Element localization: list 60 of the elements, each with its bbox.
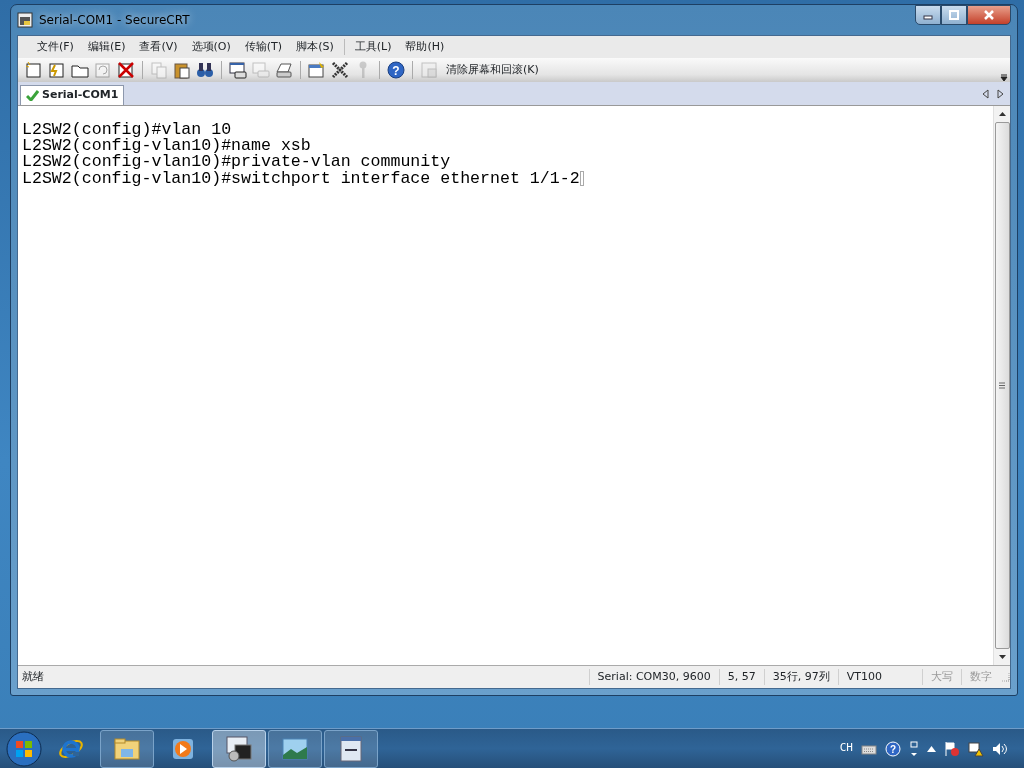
close-button[interactable] [967, 5, 1011, 25]
scrollbar-thumb[interactable] [994, 122, 1010, 649]
resize-grip-icon [1000, 672, 1010, 682]
menu-item[interactable]: 工具(L) [347, 38, 399, 56]
status-field: 数字 [961, 668, 1000, 686]
status-field: 5, 57 [718, 668, 764, 686]
status-message: 就绪 [21, 668, 44, 685]
binoculars-icon[interactable] [195, 60, 215, 80]
menu-item[interactable]: 查看(V) [132, 38, 185, 56]
new-session-icon[interactable] [24, 60, 44, 80]
maximize-icon [949, 10, 959, 20]
printer-setup-icon[interactable] [228, 60, 248, 80]
help-icon[interactable]: ? [885, 740, 901, 757]
status-field: 35行, 97列 [763, 668, 838, 686]
session-tab[interactable]: Serial-COM1 [20, 85, 125, 105]
paste-icon[interactable] [172, 60, 192, 80]
taskbar-button[interactable] [212, 729, 266, 768]
scroll-right-icon[interactable] [997, 88, 1004, 99]
app-icon [17, 12, 33, 28]
disconnect-icon[interactable] [116, 60, 136, 80]
menu-item[interactable]: 文件(F) [30, 38, 81, 56]
network-icon[interactable] [968, 740, 984, 757]
close-icon [983, 10, 995, 20]
terminal-line: L2SW2(config-vlan10)#switchport interface ethernet 1/1-2 [22, 170, 580, 187]
status-field: VT100 [837, 668, 922, 686]
speaker-icon[interactable] [992, 741, 1008, 756]
window-icon [337, 734, 365, 763]
status-field: 大写 [922, 668, 961, 686]
restore-icon[interactable] [909, 740, 919, 757]
taskbar-button[interactable] [324, 729, 378, 768]
menu-item[interactable]: 脚本(S) [289, 38, 341, 56]
scroll-left-icon[interactable] [982, 88, 989, 99]
session-options-icon[interactable] [307, 60, 327, 80]
help-icon[interactable]: ? [386, 60, 406, 80]
printer-icon[interactable] [274, 60, 294, 80]
clear-screen-button[interactable]: 清除屏幕和回滚(K) [446, 61, 539, 79]
caret-up-icon[interactable] [927, 745, 936, 752]
terminal-line: L2SW2(config)#vlan 10 [22, 122, 232, 139]
window-title: Serial-COM1 - SecureCRT [39, 12, 190, 29]
grip-icon [999, 382, 1005, 389]
cursor [579, 170, 584, 186]
menu-item[interactable]: 选项(O) [184, 38, 238, 56]
terminal-line: L2SW2(config-vlan10)#name xsb [22, 138, 311, 155]
menu-item[interactable]: 传输(T) [237, 38, 290, 56]
quick-connect-icon[interactable] [47, 60, 67, 80]
maximize-button[interactable] [941, 5, 967, 25]
overflow-icon [1000, 74, 1008, 82]
keyboard-icon[interactable] [861, 742, 877, 755]
language-indicator[interactable]: CH [839, 740, 853, 757]
caret-down-icon [998, 655, 1006, 659]
menu-item[interactable]: 帮助(H) [398, 38, 452, 56]
flag-icon[interactable] [944, 740, 960, 757]
terminal-app-icon [225, 734, 253, 763]
terminal-line: L2SW2(config-vlan10)#private-vlan community [22, 154, 451, 171]
minimize-button[interactable] [915, 5, 941, 25]
menu-item[interactable]: 编辑(E) [80, 38, 133, 56]
status-field: Serial: COM30, 9600 [588, 668, 719, 686]
caret-up-icon [998, 112, 1006, 116]
checkmark-icon [26, 90, 39, 101]
start-button[interactable] [6, 730, 42, 767]
